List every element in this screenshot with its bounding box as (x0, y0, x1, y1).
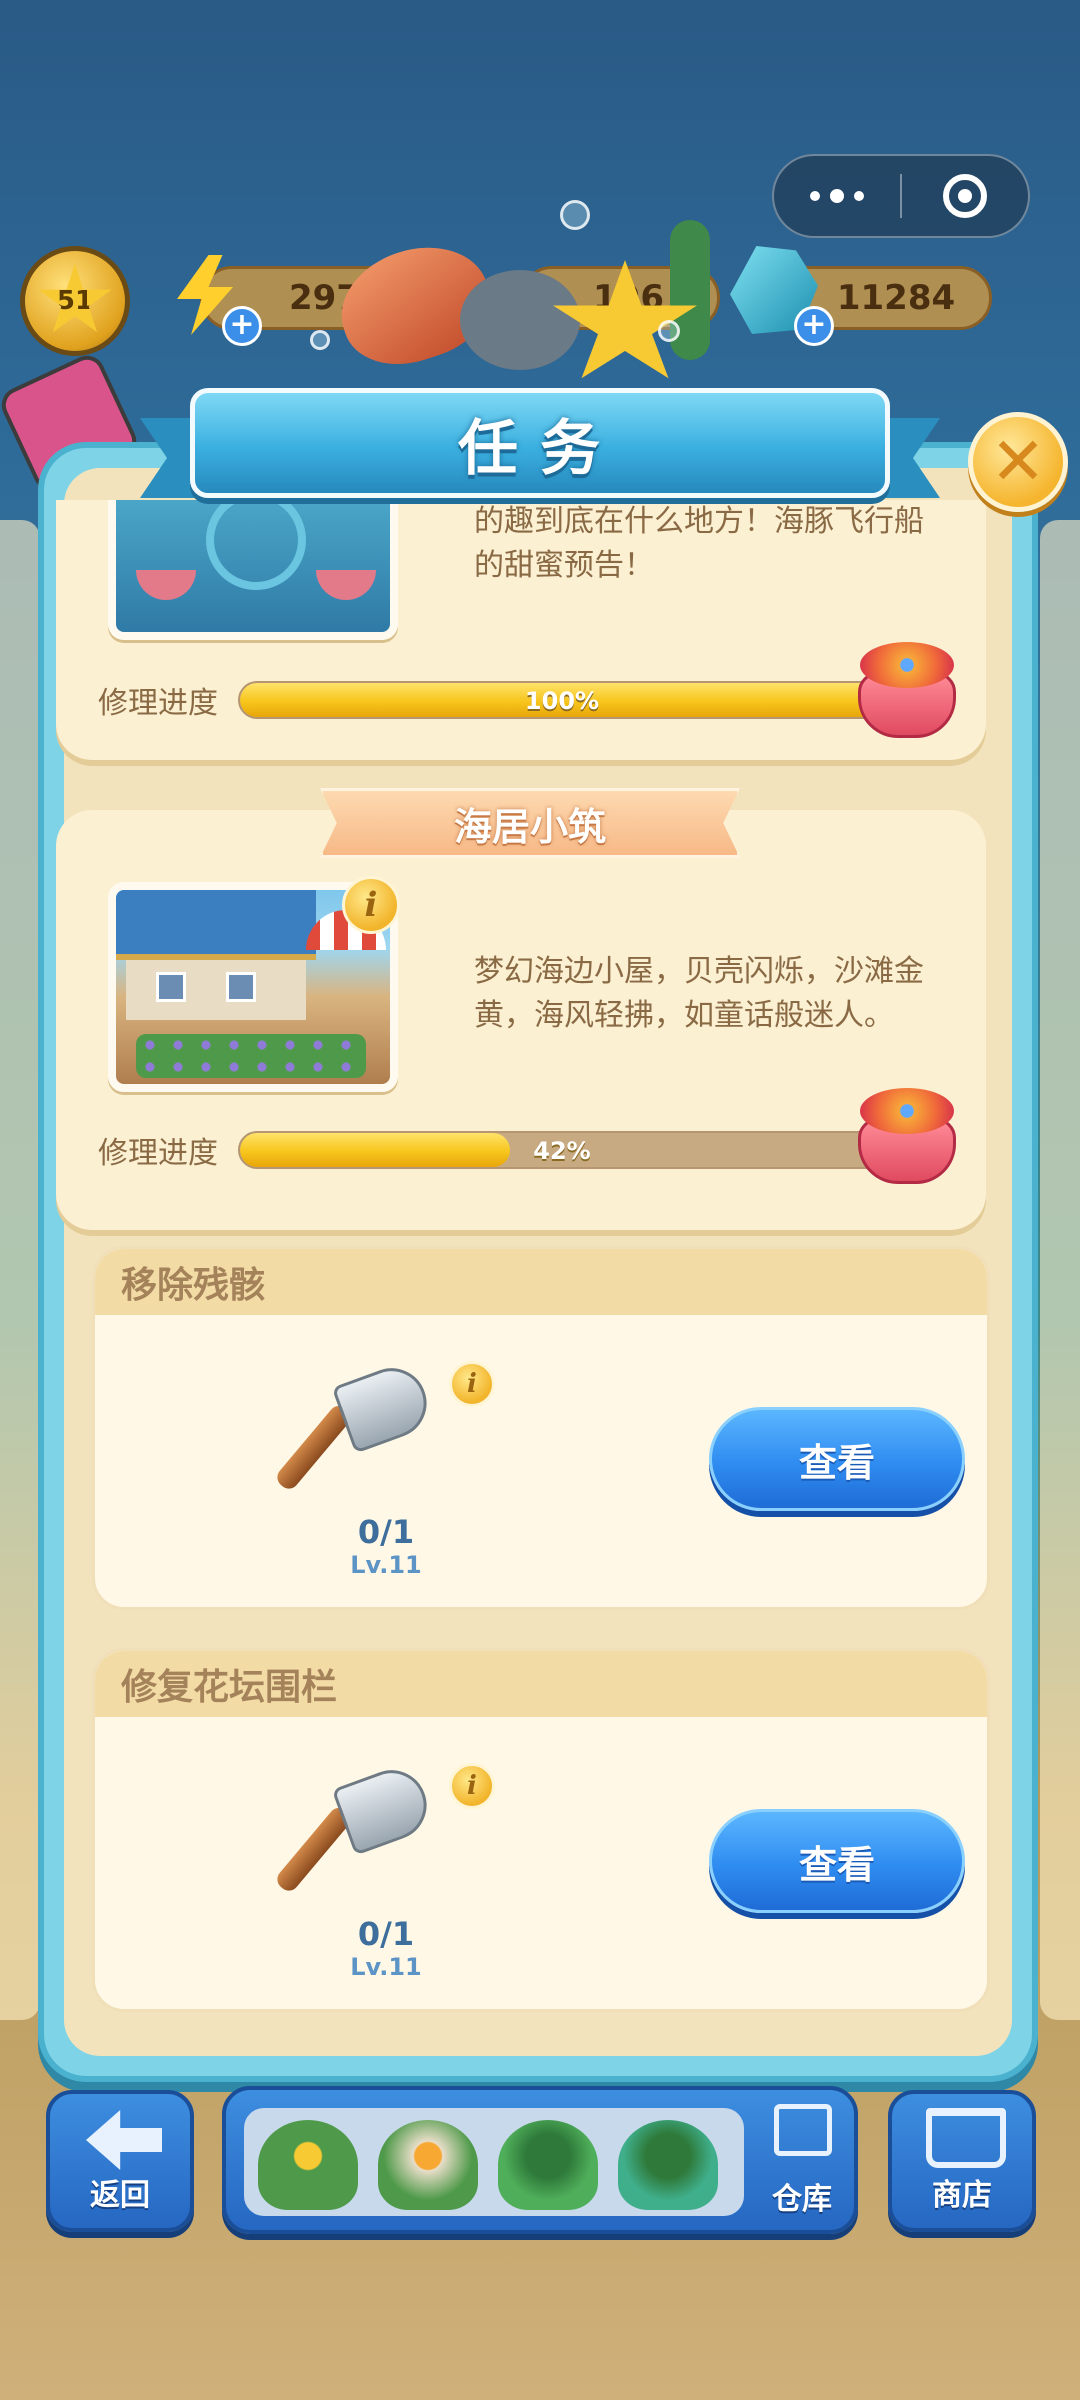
progress-percent: 42% (533, 1137, 591, 1165)
repair-progress-row: 修理进度 100% (98, 678, 946, 722)
task-count: 0/1 (357, 1915, 415, 1953)
task-title: 修复花坛围栏 (95, 1651, 987, 1717)
amusement-ride-thumbnail (108, 500, 398, 640)
gem-value: 11284 (836, 278, 956, 318)
sea-decoration (310, 200, 740, 381)
back-arrow-icon (86, 2110, 162, 2170)
task-level: Lv.11 (350, 1953, 422, 1981)
close-miniprogram-button[interactable] (902, 156, 1028, 236)
warehouse-box-icon (774, 2104, 832, 2156)
repair-progress-label: 修理进度 (98, 1136, 218, 1171)
close-button[interactable]: ✕ (968, 412, 1068, 512)
progress-percent: 100% (524, 687, 600, 715)
pond-plant-item[interactable] (618, 2120, 718, 2210)
player-level: 51 (56, 286, 94, 316)
info-icon[interactable]: i (449, 1763, 495, 1809)
project-card-amusement: 的趣到底在什么地方！海豚飞行船的甜蜜预告！ 修理进度 100% (56, 500, 986, 760)
decoration-items (244, 2108, 744, 2216)
star-icon: 51 (38, 263, 112, 333)
repair-progress-bar: 42% (238, 1131, 886, 1169)
shop-button[interactable]: 商店 (888, 2090, 1036, 2232)
task-card: 修复花坛围栏 i 0/1 Lv.11 查看 (92, 1648, 990, 2012)
shopping-cart-icon (926, 2108, 1006, 2168)
project-description: 的趣到底在什么地方！海豚飞行船的甜蜜预告！ (474, 504, 924, 583)
shrub-item[interactable] (498, 2120, 598, 2210)
add-gems-button[interactable]: + (794, 306, 834, 346)
axe-icon (273, 1358, 437, 1499)
miniprogram-capsule (772, 154, 1030, 238)
view-button[interactable]: 查看 (709, 1407, 965, 1511)
player-level-badge[interactable]: 51 (20, 246, 130, 356)
task-card: 移除残骸 i 0/1 Lv.11 查看 (92, 1246, 990, 1610)
repair-progress-row: 修理进度 42% (98, 1128, 946, 1172)
decoration-tray: 仓库 (222, 2086, 858, 2234)
back-label: 返回 (90, 2178, 150, 2213)
background-panel-right (1040, 520, 1080, 2020)
task-level: Lv.11 (350, 1551, 422, 1579)
flower-pot-item[interactable] (258, 2120, 358, 2210)
more-dots-icon (810, 189, 864, 203)
modal-title-banner: 任务 (140, 378, 940, 508)
more-menu-button[interactable] (774, 156, 900, 236)
add-energy-button[interactable]: + (222, 306, 262, 346)
repair-progress-label: 修理进度 (98, 686, 218, 721)
close-icon: ✕ (990, 423, 1046, 500)
repair-progress-bar: 100% (238, 681, 886, 719)
project-name-tag: 海居小筑 (320, 788, 740, 858)
axe-icon (273, 1760, 437, 1901)
target-circle-icon (943, 174, 987, 218)
project-description: 梦幻海边小屋，贝壳闪烁，沙滩金黄，海风轻拂，如童话般迷人。 (474, 954, 924, 1033)
reward-gift-icon[interactable] (852, 1080, 962, 1190)
project-card-sea-house: i 梦幻海边小屋，贝壳闪烁，沙滩金黄，海风轻拂，如童话般迷人。 修理进度 42% (56, 810, 986, 1230)
info-icon[interactable]: i (449, 1361, 495, 1407)
warehouse-label: 仓库 (772, 2182, 832, 2217)
task-count: 0/1 (357, 1513, 415, 1551)
modal-title: 任务 (458, 413, 622, 484)
shop-label: 商店 (932, 2178, 992, 2213)
info-icon[interactable]: i (342, 876, 400, 934)
warehouse-button[interactable]: 仓库 (754, 2098, 850, 2226)
flower-fence-item[interactable] (378, 2120, 478, 2210)
back-button[interactable]: 返回 (46, 2090, 194, 2232)
task-title: 移除残骸 (95, 1249, 987, 1315)
reward-gift-icon[interactable] (852, 634, 962, 744)
background-panel-left (0, 520, 40, 2020)
view-button[interactable]: 查看 (709, 1809, 965, 1913)
